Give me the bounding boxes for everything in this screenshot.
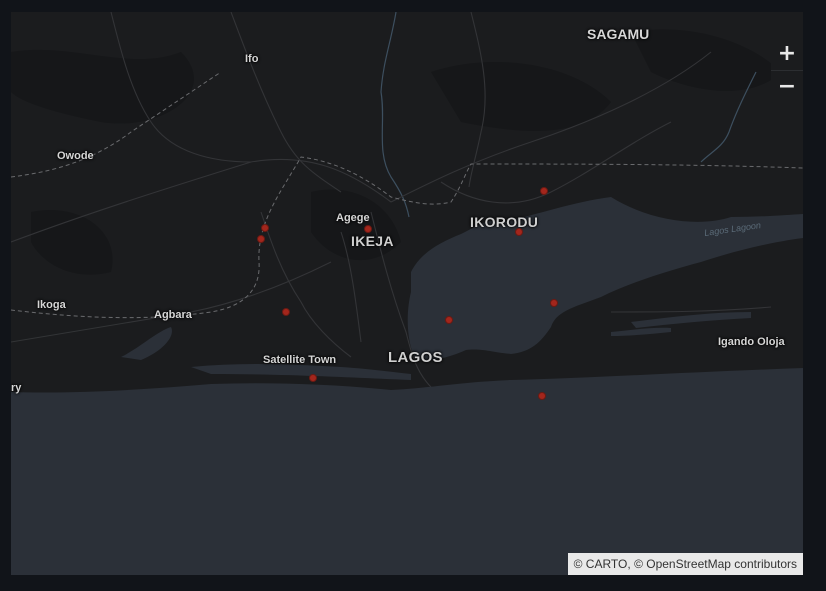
- place-label-agbara: Agbara: [154, 309, 192, 321]
- map-marker[interactable]: [282, 308, 290, 316]
- map-marker[interactable]: [309, 374, 317, 382]
- map-marker[interactable]: [515, 228, 523, 236]
- attribution-contributors: contributors: [734, 557, 797, 571]
- map-marker[interactable]: [550, 299, 558, 307]
- map-marker[interactable]: [261, 224, 269, 232]
- attribution-carto-link[interactable]: © CARTO: [574, 557, 628, 571]
- water-body: [11, 197, 803, 575]
- place-label-satellite-town: Satellite Town: [263, 354, 337, 366]
- map-basemap: [11, 12, 803, 575]
- zoom-control: + −: [771, 38, 803, 103]
- place-label-ifo: Ifo: [245, 53, 259, 65]
- zoom-in-button[interactable]: +: [771, 38, 803, 70]
- place-label-owode: Owode: [57, 150, 94, 162]
- attribution-osm-link[interactable]: © OpenStreetMap: [634, 557, 731, 571]
- place-label-lagos: LAGOS: [388, 349, 443, 366]
- place-label-sagamu: SAGAMU: [587, 26, 650, 42]
- place-label-agege: Agege: [336, 212, 370, 224]
- place-label-ikoga: Ikoga: [37, 299, 66, 311]
- place-label-ikorodu: IKORODU: [470, 214, 539, 230]
- map-canvas[interactable]: SAGAMU Ifo Owode Agege IKEJA IKORODU Iko…: [11, 12, 803, 575]
- map-marker[interactable]: [538, 392, 546, 400]
- attribution-separator: ,: [627, 557, 631, 571]
- map-marker[interactable]: [257, 235, 265, 243]
- place-label-edge: ry: [11, 382, 22, 394]
- map-marker[interactable]: [445, 316, 453, 324]
- map-marker[interactable]: [364, 225, 372, 233]
- place-label-ikeja: IKEJA: [351, 233, 394, 249]
- map-marker[interactable]: [540, 187, 548, 195]
- map-attribution: © CARTO, © OpenStreetMap contributors: [567, 553, 803, 575]
- place-label-igando-oloja: Igando Oloja: [718, 336, 785, 348]
- zoom-out-button[interactable]: −: [771, 70, 803, 103]
